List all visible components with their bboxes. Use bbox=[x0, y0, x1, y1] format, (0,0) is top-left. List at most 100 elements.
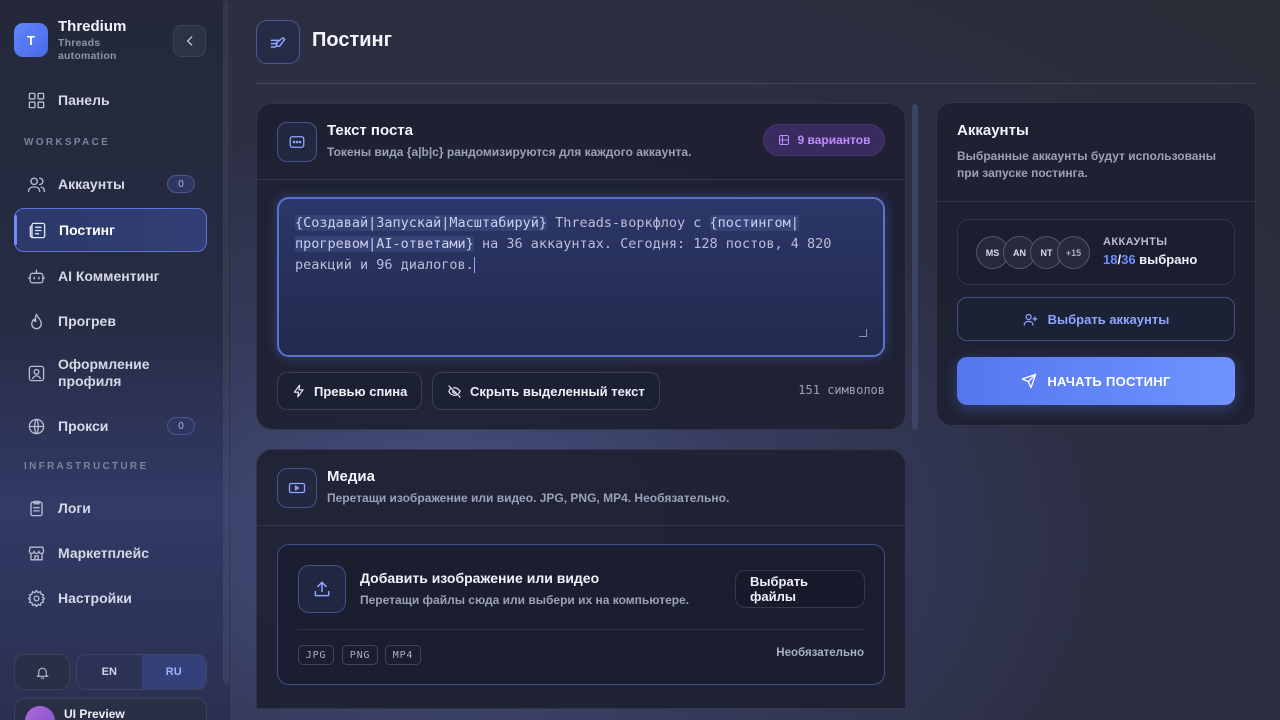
post-text-subtitle: Токены вида {a|b|c} рандомизируются для … bbox=[327, 145, 692, 159]
sidebar-item-label: Панель bbox=[58, 91, 110, 108]
eye-off-icon bbox=[448, 384, 461, 398]
collapse-sidebar-button[interactable] bbox=[173, 25, 206, 57]
start-posting-button[interactable]: НАЧАТЬ ПОСТИНГ bbox=[957, 357, 1235, 405]
header-divider bbox=[256, 83, 1256, 84]
sidebar-item-ai-commenting[interactable]: AI Комментинг bbox=[14, 254, 207, 298]
bolt-icon bbox=[293, 384, 304, 398]
format-chip-mp4: MP4 bbox=[385, 645, 421, 665]
optional-label: Необязательно bbox=[776, 647, 864, 659]
post-text-segment: Threads-воркфлоу с bbox=[546, 215, 710, 231]
variants-badge: 9 вариантов bbox=[763, 124, 885, 156]
media-icon bbox=[277, 468, 317, 508]
bot-icon bbox=[26, 266, 46, 286]
selected-suffix: выбрано bbox=[1135, 252, 1198, 267]
section-label-workspace: WORKSPACE bbox=[24, 137, 111, 148]
card-divider bbox=[257, 179, 905, 180]
notifications-button[interactable] bbox=[14, 654, 70, 690]
selected-count: 18 bbox=[1103, 252, 1118, 267]
user-square-icon bbox=[26, 363, 46, 383]
media-subtitle: Перетащи изображение или видео. JPG, PNG… bbox=[327, 491, 730, 505]
sidebar: T Thredium Threads automation Панель WOR… bbox=[0, 0, 231, 720]
sidebar-item-accounts[interactable]: Аккаунты 0 bbox=[14, 162, 207, 206]
accounts-subtitle-line1: Выбранные аккаунты будут использованы bbox=[957, 149, 1216, 163]
choose-files-button[interactable]: Выбрать файлы bbox=[735, 570, 865, 608]
section-label-infrastructure: INFRASTRUCTURE bbox=[24, 461, 149, 472]
accounts-count-badge: 0 bbox=[167, 175, 195, 193]
sidebar-item-label: Прогрев bbox=[58, 312, 116, 329]
hide-selected-text-label: Скрыть выделенный текст bbox=[470, 383, 645, 399]
brand-logo: T bbox=[14, 23, 48, 57]
sidebar-item-settings[interactable]: Настройки bbox=[14, 576, 207, 620]
sidebar-item-proxy[interactable]: Прокси 0 bbox=[14, 404, 207, 448]
send-icon bbox=[1021, 373, 1037, 389]
accounts-summary-label: АККАУНТЫ bbox=[1103, 236, 1168, 248]
text-caret bbox=[473, 257, 475, 273]
preview-spin-label: Превью спина bbox=[314, 383, 408, 399]
sidebar-item-label-line1: Оформление bbox=[58, 356, 150, 372]
card-divider bbox=[257, 525, 905, 526]
sidebar-item-label-line2: профиля bbox=[58, 373, 122, 389]
posting-page-icon bbox=[256, 20, 300, 64]
post-text-card: Текст поста Токены вида {a|b|c} рандомиз… bbox=[256, 103, 906, 430]
start-posting-label: НАЧАТЬ ПОСТИНГ bbox=[1047, 373, 1171, 389]
dropzone-divider bbox=[298, 629, 865, 630]
sidebar-item-profile-design[interactable]: Оформление профиля bbox=[14, 351, 207, 395]
sidebar-item-label: Постинг bbox=[59, 221, 115, 238]
character-count: 151 символов bbox=[798, 383, 885, 397]
grid-icon bbox=[26, 90, 46, 110]
accounts-selected-count: 18/36 выбрано bbox=[1103, 252, 1223, 267]
sidebar-item-label: Маркетплейс bbox=[58, 544, 149, 561]
proxy-count-badge: 0 bbox=[167, 417, 195, 435]
sidebar-item-panel[interactable]: Панель bbox=[14, 78, 207, 122]
clipboard-list-icon bbox=[26, 498, 46, 518]
grid-small-icon bbox=[778, 135, 789, 145]
post-text-input[interactable]: {Создавай|Запускай|Масштабируй} Threads-… bbox=[277, 197, 885, 357]
selected-accounts-summary[interactable]: MS AN NT +15 АККАУНТЫ 18/36 выбрано bbox=[957, 219, 1235, 285]
page-title: Постинг bbox=[312, 29, 392, 51]
total-count: 36 bbox=[1121, 252, 1136, 267]
avatar bbox=[25, 706, 55, 720]
sidebar-item-warmup[interactable]: Прогрев bbox=[14, 299, 207, 343]
lang-en-button[interactable]: EN bbox=[77, 655, 142, 689]
sidebar-item-posting[interactable]: Постинг bbox=[14, 208, 207, 252]
avatar-overflow: +15 bbox=[1057, 236, 1090, 269]
sidebar-item-marketplace[interactable]: Маркетплейс bbox=[14, 531, 207, 575]
format-chip-png: PNG bbox=[342, 645, 378, 665]
upload-icon bbox=[298, 565, 346, 613]
pen-lines-icon bbox=[270, 36, 286, 48]
dropzone-title: Добавить изображение или видео bbox=[360, 570, 600, 586]
brand: T Thredium Threads automation bbox=[14, 18, 126, 63]
select-accounts-button[interactable]: Выбрать аккаунты bbox=[957, 297, 1235, 341]
format-chip-jpg: JPG bbox=[298, 645, 334, 665]
card-divider bbox=[937, 201, 1255, 202]
dropzone-subtitle: Перетащи файлы сюда или выбери их на ком… bbox=[360, 593, 690, 607]
media-title: Медиа bbox=[327, 468, 375, 485]
bell-icon bbox=[35, 667, 49, 679]
sidebar-item-label: Прокси bbox=[58, 417, 109, 434]
brand-name: Thredium bbox=[58, 18, 127, 35]
chevron-left-icon bbox=[186, 36, 192, 46]
accounts-subtitle-line2: при запуске постинга. bbox=[957, 166, 1088, 180]
accounts-card: Аккаунты Выбранные аккаунты будут исполь… bbox=[936, 102, 1256, 426]
newspaper-icon bbox=[27, 220, 47, 240]
resize-handle[interactable] bbox=[859, 329, 867, 337]
content-scrollbar[interactable] bbox=[912, 104, 918, 430]
flame-icon bbox=[26, 311, 46, 331]
brand-subtitle-line1: Threads bbox=[58, 37, 101, 49]
user-name: UI Preview bbox=[64, 707, 125, 720]
store-icon bbox=[26, 543, 46, 563]
hide-selected-text-button[interactable]: Скрыть выделенный текст bbox=[432, 372, 660, 410]
sidebar-scrollbar[interactable] bbox=[223, 0, 229, 684]
accounts-title: Аккаунты bbox=[957, 122, 1029, 139]
brand-subtitle-line2: automation bbox=[58, 50, 117, 62]
sidebar-item-label: Настройки bbox=[58, 589, 132, 606]
gear-icon bbox=[26, 588, 46, 608]
sidebar-item-label: AI Комментинг bbox=[58, 267, 160, 284]
preview-spin-button[interactable]: Превью спина bbox=[277, 372, 423, 410]
post-text-title: Текст поста bbox=[327, 122, 413, 139]
lang-ru-button[interactable]: RU bbox=[141, 655, 206, 689]
sidebar-item-logs[interactable]: Логи bbox=[14, 486, 207, 530]
media-dropzone[interactable]: Добавить изображение или видео Перетащи … bbox=[277, 544, 885, 685]
user-card[interactable]: UI Preview bbox=[14, 698, 207, 720]
globe-icon bbox=[26, 416, 46, 436]
